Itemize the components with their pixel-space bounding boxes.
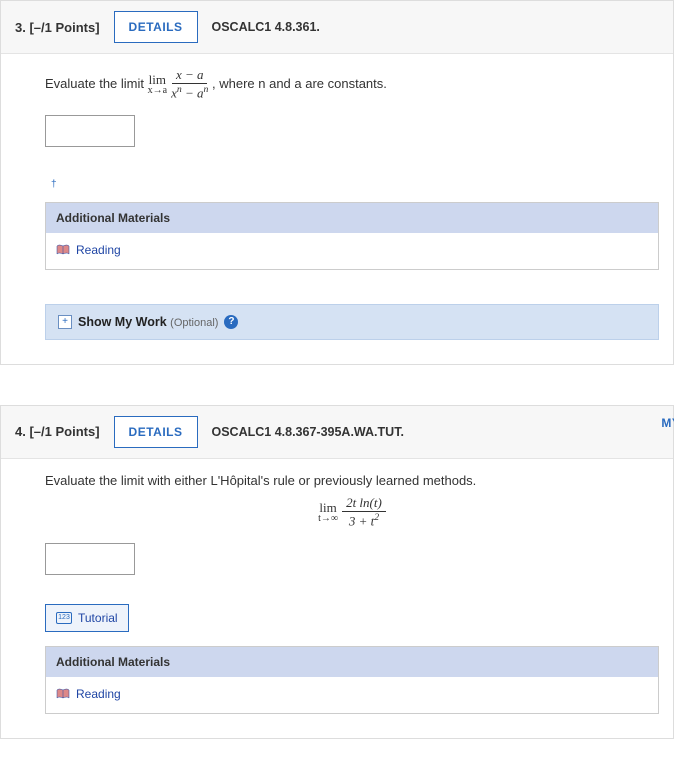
my-notes-button[interactable]: MY NO	[661, 416, 674, 430]
question-prompt: Evaluate the limit lim x→a x − a xn − an…	[45, 68, 659, 101]
question-body: Evaluate the limit lim x→a x − a xn − an…	[1, 54, 673, 364]
book-icon	[56, 244, 70, 256]
reading-link[interactable]: Reading	[56, 687, 121, 701]
question-4: 4. [–/1 Points] DETAILS OSCALC1 4.8.367-…	[0, 405, 674, 739]
details-button[interactable]: DETAILS	[114, 11, 198, 43]
question-number: 3. [–/1 Points]	[15, 20, 100, 35]
additional-materials-header: Additional Materials	[46, 647, 658, 677]
question-header: 4. [–/1 Points] DETAILS OSCALC1 4.8.367-…	[1, 406, 673, 459]
tutorial-icon: 123	[56, 612, 72, 624]
limit-notation: lim t→∞	[318, 501, 338, 524]
details-button[interactable]: DETAILS	[114, 416, 198, 448]
question-prompt: Evaluate the limit with either L'Hôpital…	[45, 473, 659, 488]
book-icon	[56, 688, 70, 700]
answer-input[interactable]	[45, 543, 135, 575]
question-3: 3. [–/1 Points] DETAILS OSCALC1 4.8.361.…	[0, 0, 674, 365]
limit-notation: lim x→a	[148, 73, 167, 96]
additional-materials-header: Additional Materials	[46, 203, 658, 233]
help-icon[interactable]: ?	[224, 315, 238, 329]
additional-materials: Additional Materials Reading	[45, 202, 659, 270]
reading-link[interactable]: Reading	[56, 243, 121, 257]
answer-input[interactable]	[45, 115, 135, 147]
show-my-work-label: Show My Work (Optional)	[78, 315, 218, 329]
additional-materials: Additional Materials Reading	[45, 646, 659, 714]
fraction: 2t ln(t) 3 + t2	[342, 496, 386, 529]
question-number: 4. [–/1 Points]	[15, 424, 100, 439]
show-my-work-panel[interactable]: + Show My Work (Optional) ?	[45, 304, 659, 340]
tutorial-button[interactable]: 123 Tutorial	[45, 604, 129, 632]
question-source: OSCALC1 4.8.361.	[212, 20, 320, 34]
fraction: x − a xn − an	[171, 68, 208, 101]
question-source: OSCALC1 4.8.367-395A.WA.TUT.	[212, 425, 404, 439]
dagger-mark: †	[51, 179, 57, 190]
question-body: Evaluate the limit with either L'Hôpital…	[1, 459, 673, 738]
expand-icon: +	[58, 315, 72, 329]
question-header: 3. [–/1 Points] DETAILS OSCALC1 4.8.361.	[1, 1, 673, 54]
